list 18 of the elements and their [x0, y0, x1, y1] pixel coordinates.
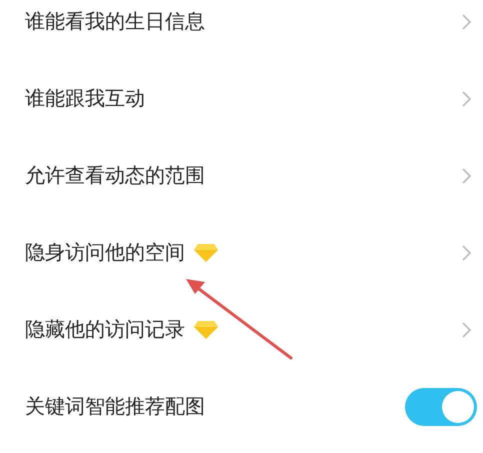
setting-label: 允许查看动态的范围: [25, 162, 205, 189]
settings-row[interactable]: 谁能跟我互动: [0, 60, 483, 137]
setting-label: 谁能跟我互动: [25, 85, 145, 112]
setting-label: 谁能看我的生日信息: [25, 8, 205, 35]
chevron-icon: [462, 244, 471, 260]
settings-row[interactable]: 谁能看我的生日信息: [0, 0, 483, 60]
settings-row[interactable]: 隐身访问他的空间: [0, 214, 483, 291]
setting-label: 关键词智能推荐配图: [25, 393, 205, 420]
settings-row[interactable]: 关键词智能推荐配图: [0, 368, 483, 445]
setting-label: 隐身访问他的空间: [25, 239, 185, 266]
settings-row[interactable]: 隐藏他的访问记录: [0, 291, 483, 368]
chevron-icon: [462, 322, 471, 338]
chevron-icon: [462, 90, 471, 106]
settings-row[interactable]: 允许查看动态的范围: [0, 137, 483, 214]
chevron-icon: [462, 14, 471, 30]
chevron-icon: [462, 168, 471, 184]
setting-label: 隐藏他的访问记录: [25, 316, 185, 343]
toggle-switch[interactable]: [405, 388, 477, 426]
